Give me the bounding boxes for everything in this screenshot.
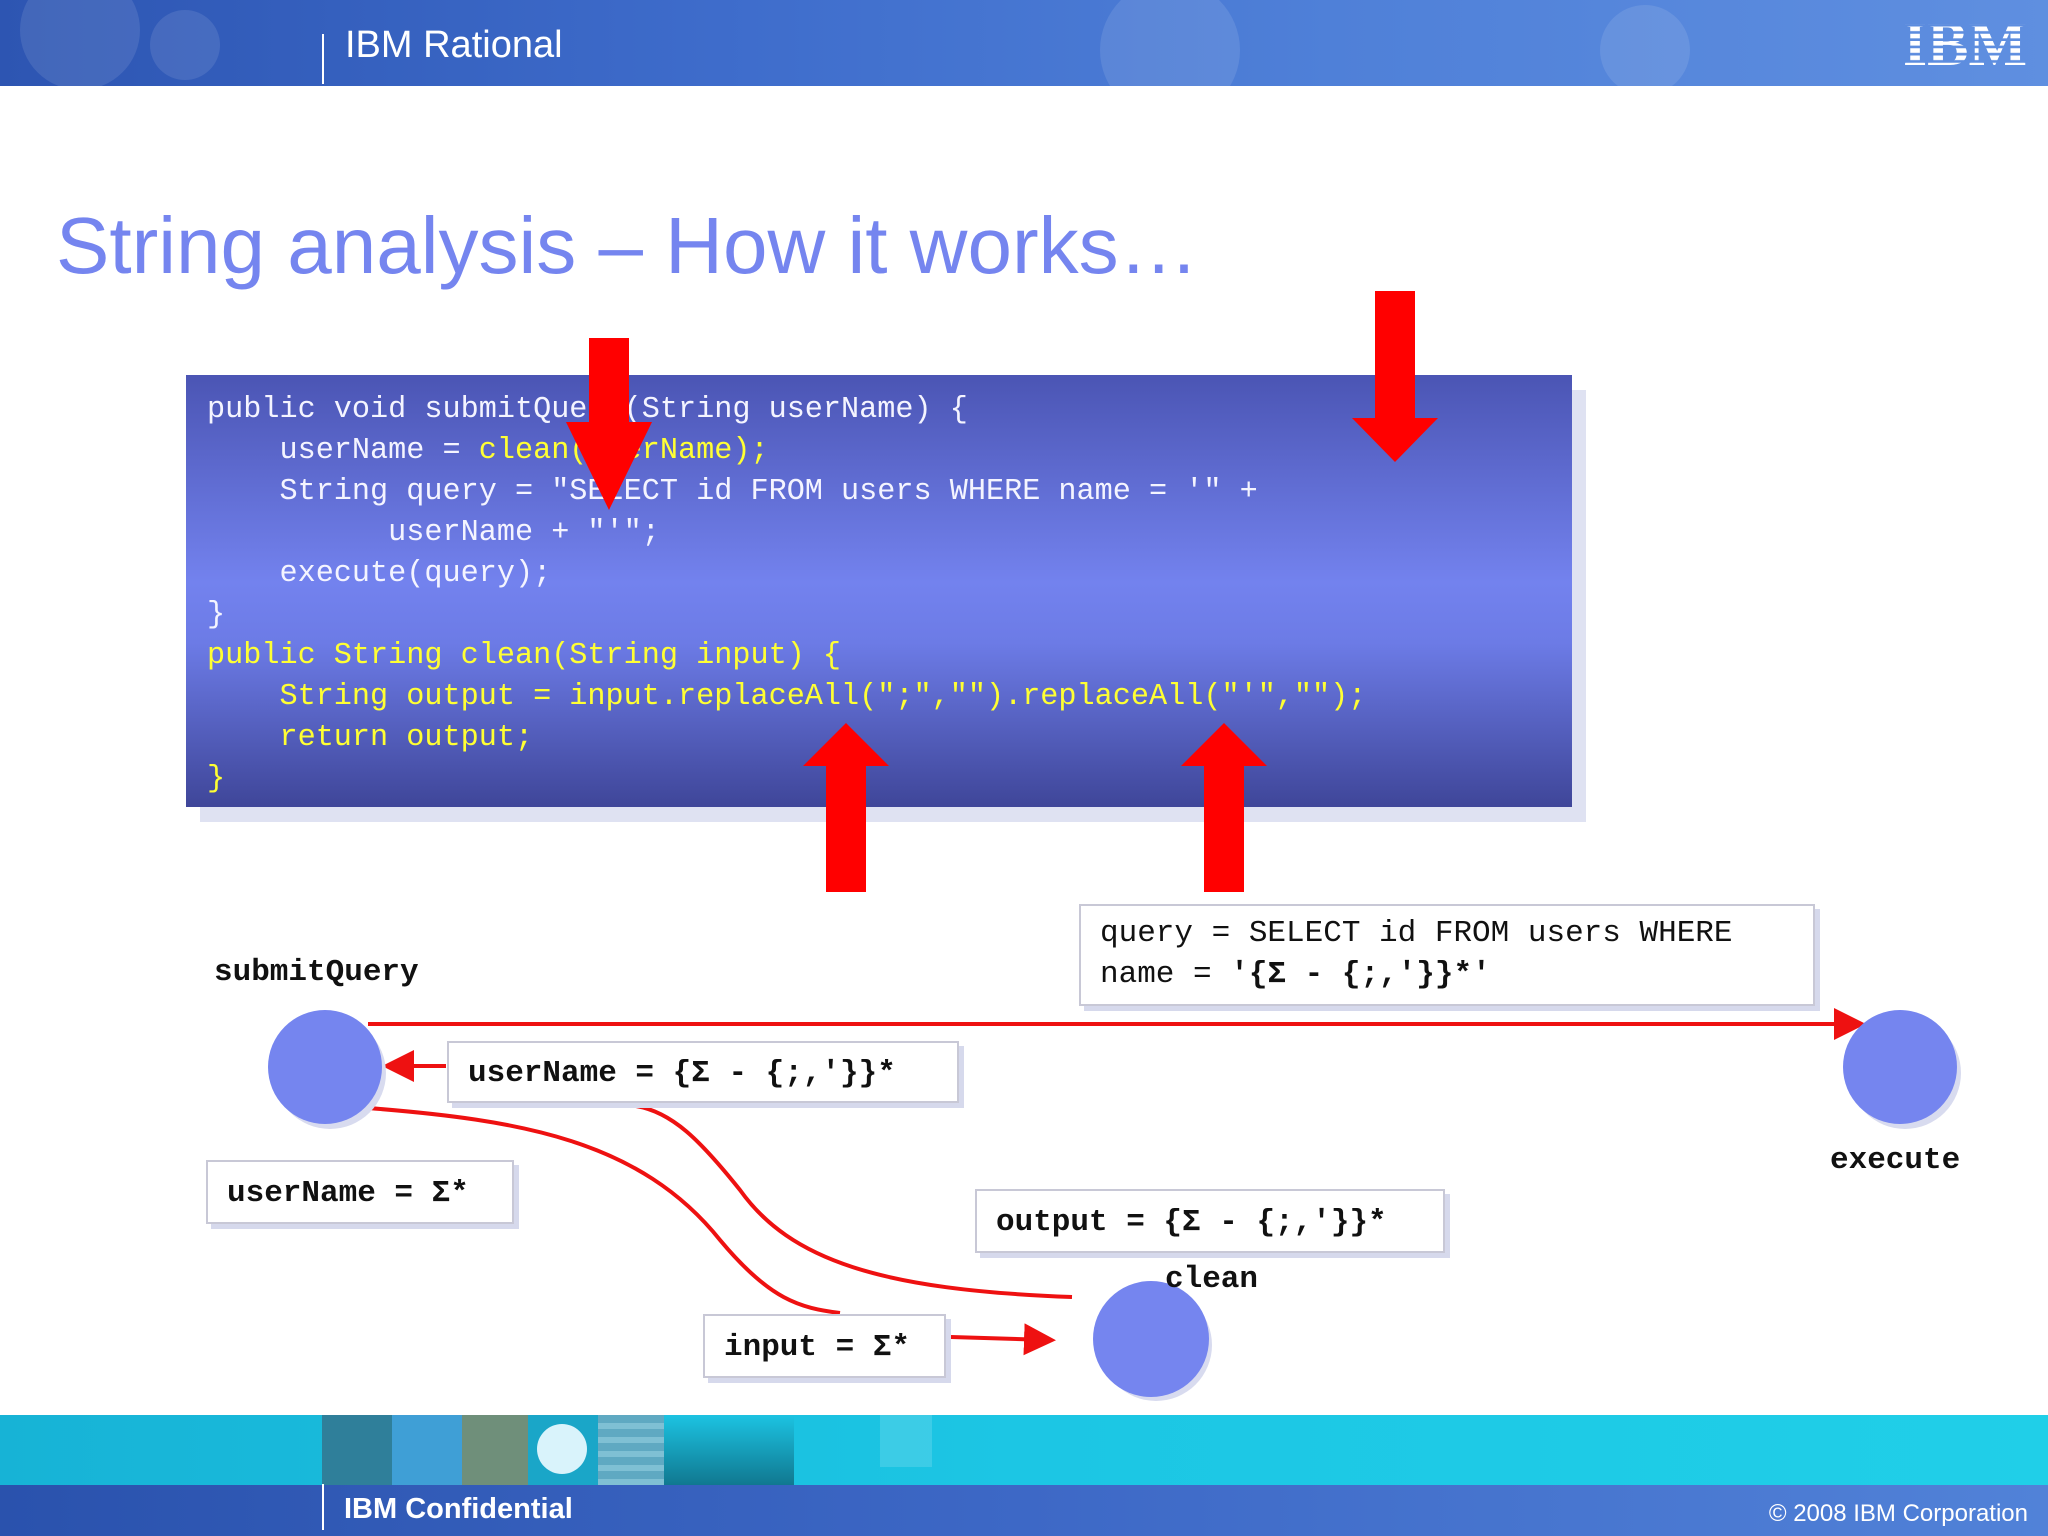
footer-photo-tile	[528, 1415, 598, 1485]
node-label-submitquery: submitQuery	[214, 955, 419, 990]
username-any-set-box: userName = Σ*	[206, 1160, 514, 1224]
username-clean-set-box: userName = {Σ - {;,'}}*	[447, 1041, 959, 1103]
footer-photo-tile	[462, 1415, 528, 1485]
flow-diagram	[268, 291, 1961, 1401]
username-any-set-text: userName = Σ*	[227, 1176, 469, 1211]
node-label-execute: execute	[1830, 1143, 1961, 1178]
footer-divider	[322, 1484, 324, 1530]
footer-photo-tile	[664, 1415, 794, 1485]
query-set-line-1: query = SELECT id FROM users WHERE	[1100, 916, 1733, 951]
footer-square-decoration	[880, 1415, 932, 1467]
edge-input-to-clean	[950, 1323, 1056, 1356]
node-clean	[1093, 1281, 1209, 1397]
footer-image-band	[0, 1415, 2048, 1485]
query-set-line-2: name = '{Σ - {;,'}}*'	[1100, 957, 1491, 992]
footer-photo-tile	[598, 1415, 664, 1485]
query-set-value: '{Σ - {;,'}}*'	[1230, 957, 1491, 992]
output-set-box: output = {Σ - {;,'}}*	[975, 1189, 1445, 1253]
input-set-text: input = Σ*	[724, 1330, 911, 1365]
footer-confidential: IBM Confidential	[344, 1493, 573, 1525]
node-execute	[1843, 1010, 1957, 1124]
footer-bar	[0, 1485, 2048, 1536]
node-label-clean: clean	[1165, 1262, 1259, 1297]
query-set-prefix: name =	[1100, 957, 1231, 992]
red-arrow-up-replace-quote	[1181, 723, 1267, 892]
footer-circle-graphic	[537, 1424, 587, 1474]
red-arrow-up-replace-semicolon	[803, 723, 889, 892]
footer-photo-tile	[392, 1415, 462, 1485]
red-arrow-down-query	[1352, 291, 1438, 462]
node-submitquery	[268, 1010, 382, 1124]
input-set-box: input = Σ*	[703, 1314, 946, 1378]
footer-copyright: © 2008 IBM Corporation	[1768, 1500, 2028, 1527]
red-arrow-down-clean	[566, 338, 652, 510]
footer-photo-tile	[322, 1415, 392, 1485]
query-set-box: query = SELECT id FROM users WHERE name …	[1079, 904, 1815, 1006]
output-set-text: output = {Σ - {;,'}}*	[996, 1205, 1387, 1240]
username-clean-set-text: userName = {Σ - {;,'}}*	[468, 1056, 896, 1091]
